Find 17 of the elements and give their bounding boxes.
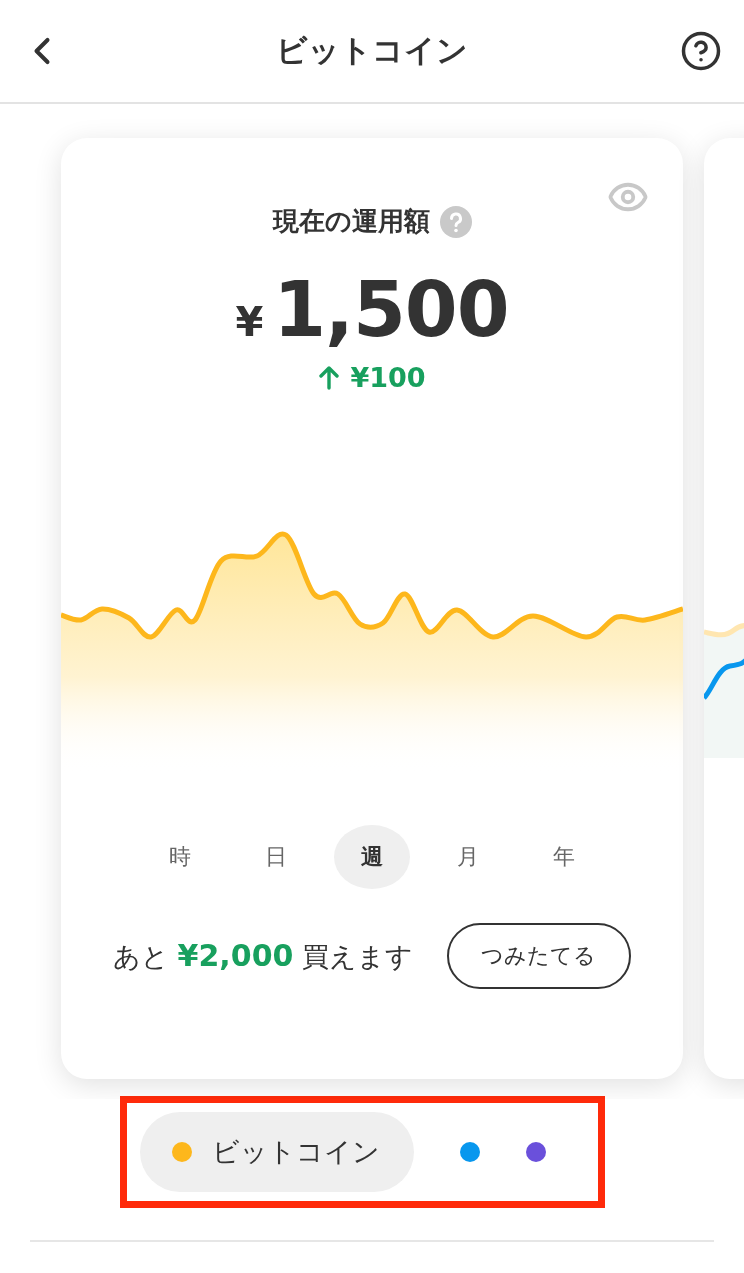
currency-symbol: ¥ bbox=[235, 299, 264, 345]
invest-button[interactable]: つみたてる bbox=[447, 923, 631, 989]
remaining-text: あと ¥2,000 買えます bbox=[113, 937, 413, 975]
period-tab[interactable]: 月 bbox=[430, 825, 506, 889]
change-amount: ¥100 bbox=[350, 362, 426, 393]
card-title: 現在の運用額 bbox=[272, 205, 430, 238]
asset-dot-button[interactable] bbox=[525, 1142, 546, 1162]
asset-dot-button[interactable] bbox=[459, 1142, 480, 1162]
balance-amount: 1,500 bbox=[273, 265, 509, 354]
asset-tab[interactable]: ビットコイン bbox=[139, 1112, 414, 1192]
period-tab[interactable]: 時 bbox=[142, 825, 218, 889]
page-title: ビットコイン bbox=[276, 31, 468, 70]
period-tab[interactable]: 日 bbox=[238, 825, 314, 889]
help-icon bbox=[680, 30, 722, 72]
period-tab[interactable]: 週 bbox=[334, 825, 410, 889]
up-arrow-icon bbox=[318, 365, 341, 390]
period-tab[interactable]: 年 bbox=[526, 825, 602, 889]
